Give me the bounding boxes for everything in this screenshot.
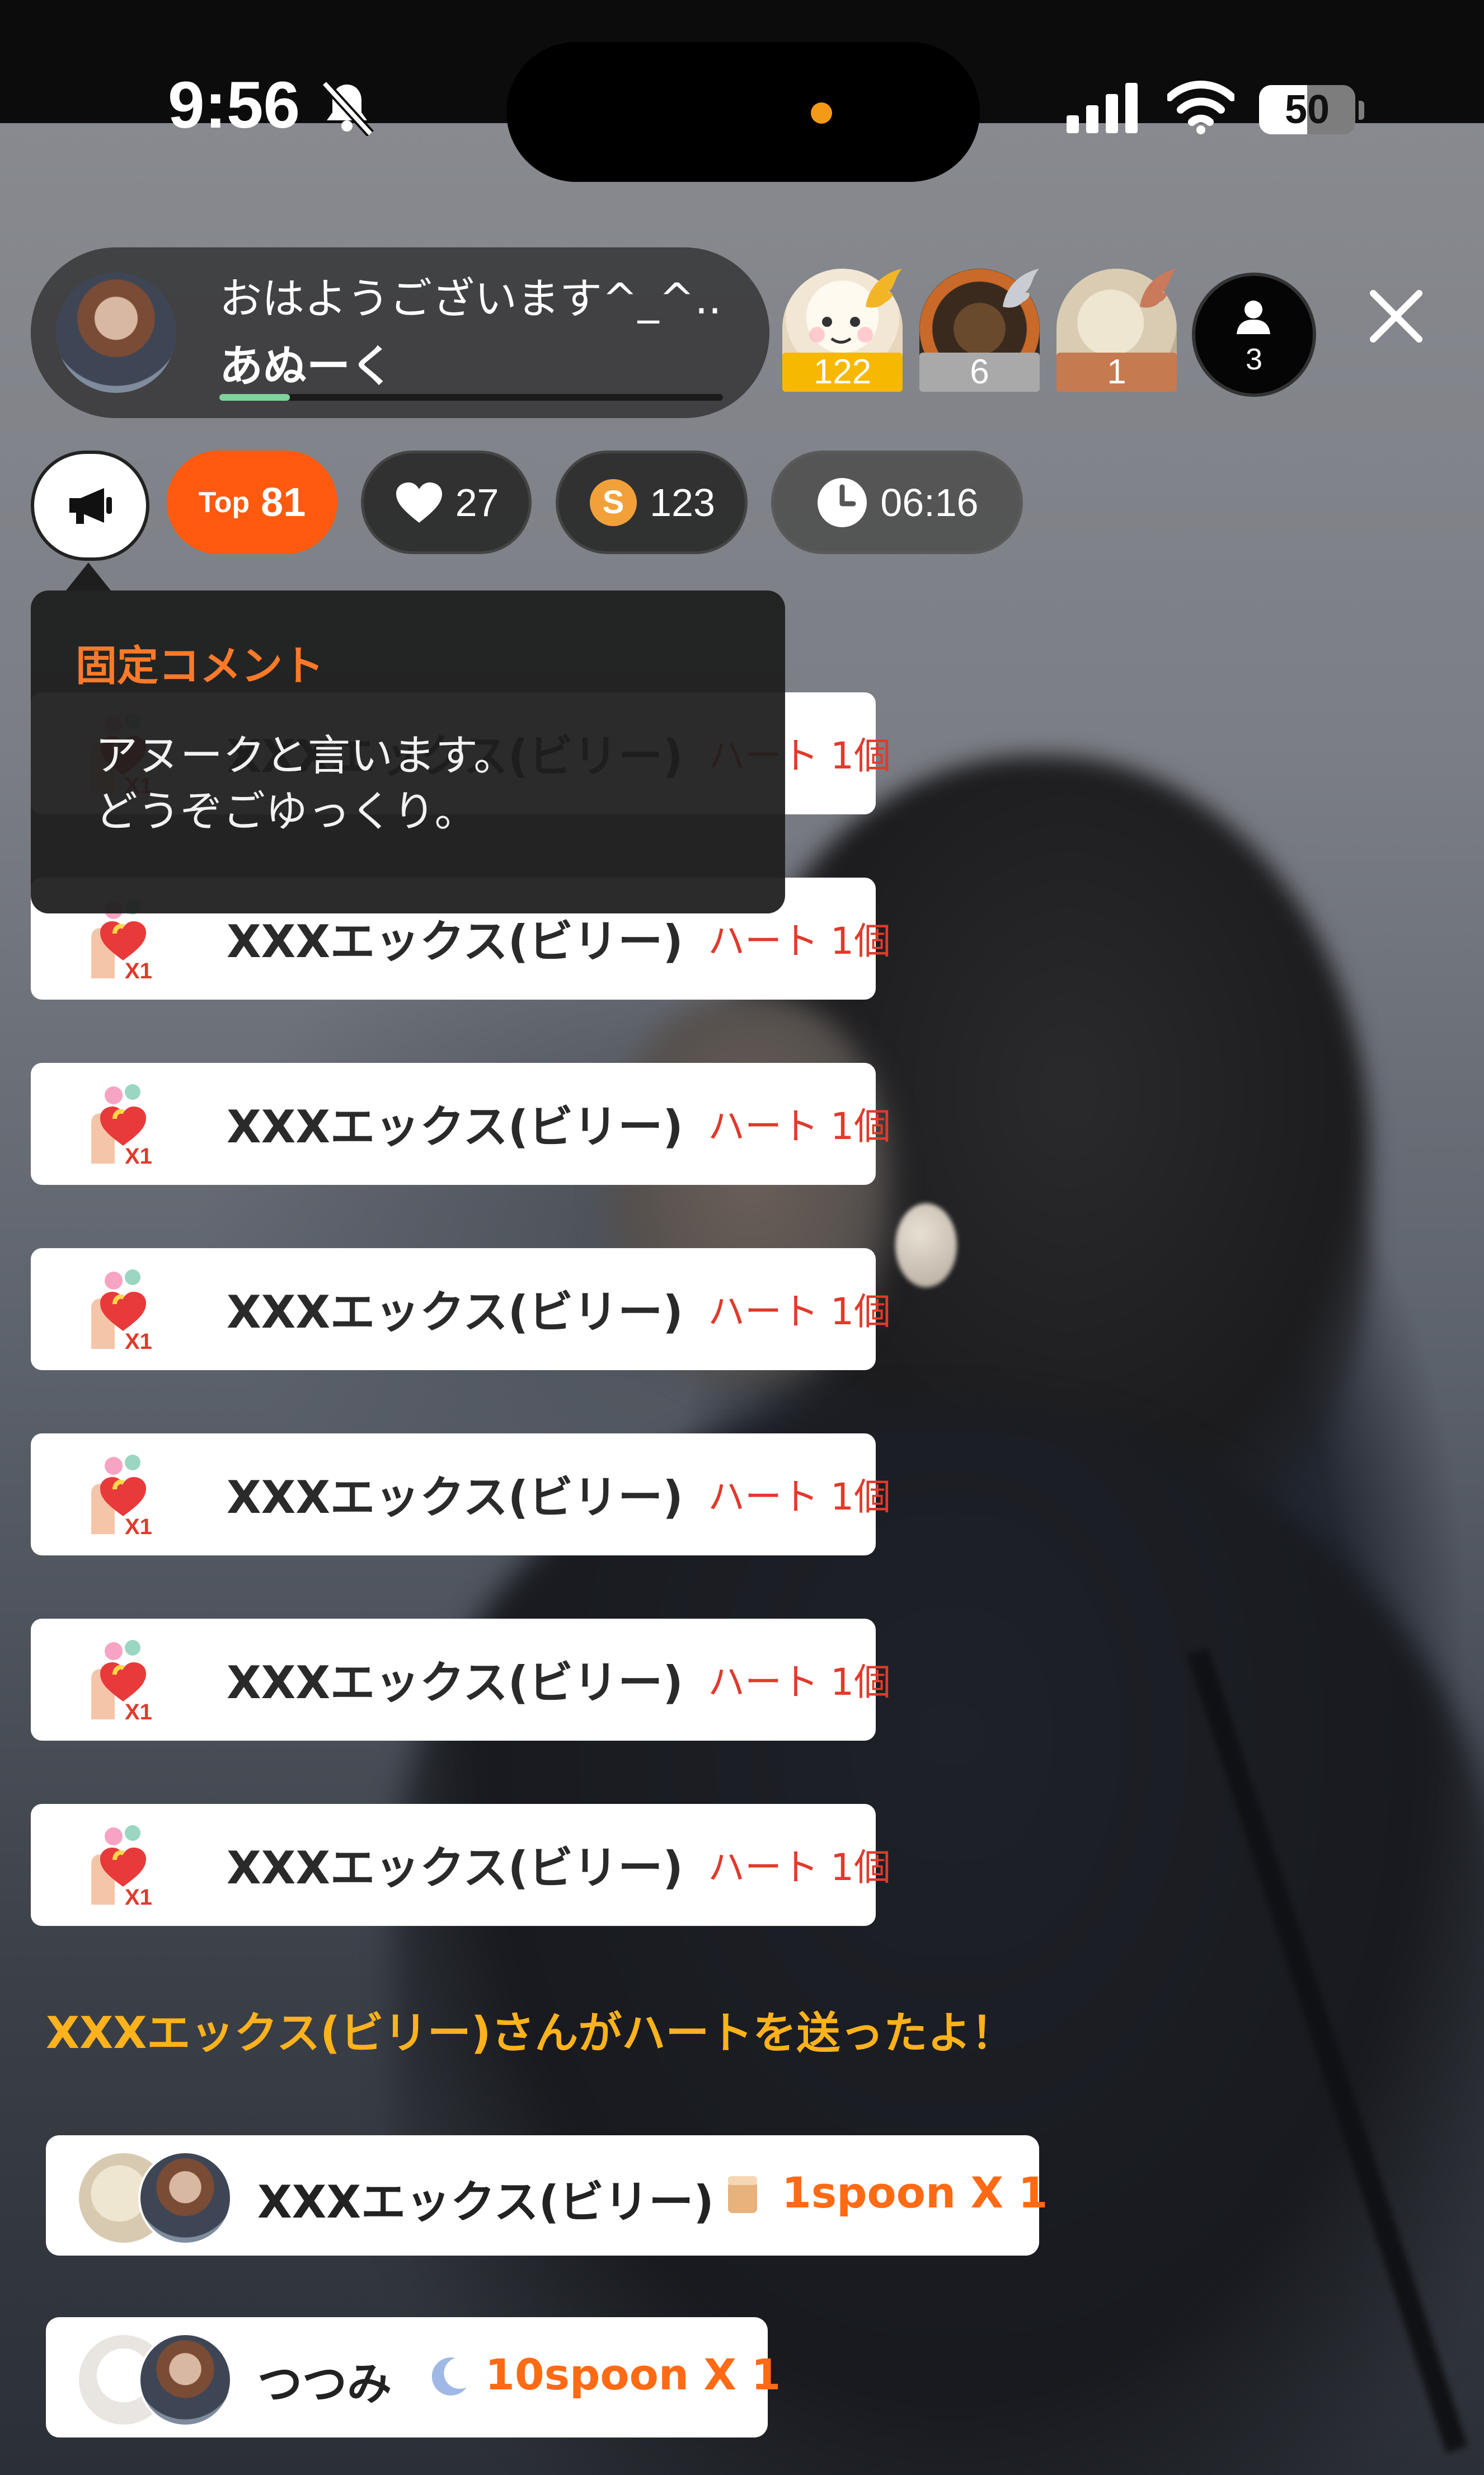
heart-gift-icon: X1	[91, 1640, 152, 1724]
host-info-pill[interactable]: おはようございます^_^... あぬーく	[31, 247, 769, 418]
gift-multiplier: X1	[125, 1700, 152, 1724]
wifi-icon	[1167, 81, 1234, 134]
top-value: 81	[261, 480, 306, 525]
live-room-screen: 9:56 50 おはようございます^_^... あぬーく 122 6 1 3 T…	[0, 0, 1484, 2475]
gift-sender-name: XXXエックス(ビリー)	[227, 1657, 683, 1709]
gift-multiplier: X1	[125, 1329, 152, 1354]
gift-sender-name: XXXエックス(ビリー)	[227, 1286, 683, 1338]
coin-count: 123	[650, 480, 715, 524]
top-label: Top	[198, 486, 250, 519]
bronze-wing-icon	[1140, 269, 1176, 308]
top-rank-pill[interactable]: Top 81	[167, 451, 337, 554]
silver-wing-icon	[1003, 269, 1039, 308]
spoon-sender-name: XXXエックス(ビリー)	[257, 2176, 714, 2228]
gift-item: ハート 1個	[708, 1290, 891, 1333]
gold-wing-icon	[866, 269, 902, 308]
background-earring	[895, 1203, 957, 1287]
heart-gift-icon: X1	[91, 1269, 152, 1354]
heart-gift-icon: X1	[91, 1825, 152, 1910]
pinned-comment-text: アヌークと言います。 どうぞごゆっくり。	[95, 730, 516, 836]
coin-symbol: S	[603, 484, 624, 521]
clock-icon	[818, 477, 867, 527]
megaphone-icon	[69, 488, 112, 524]
host-avatar-small	[138, 2333, 232, 2427]
host-avatar-small	[138, 2151, 232, 2245]
bell-muted-icon	[321, 80, 374, 136]
announcement-button[interactable]	[31, 451, 149, 561]
moon-icon	[431, 2357, 467, 2396]
coin-count-pill[interactable]: S 123	[556, 451, 748, 554]
cup-icon	[728, 2176, 757, 2213]
background-body	[392, 1399, 1484, 2475]
spoon-gift-row[interactable]: XXXエックス(ビリー) 1spoon X 1	[46, 2135, 1048, 2256]
host-level-progress-fill	[219, 394, 290, 401]
spoon-amount: 10spoon X 1	[485, 2350, 781, 2399]
gift-row[interactable]: X1 XXXエックス(ビリー) ハート 1個	[31, 1248, 891, 1370]
gift-row[interactable]: X1 XXXエックス(ビリー) ハート 1個	[31, 1433, 891, 1555]
person-icon	[1237, 301, 1270, 334]
gift-sender-name: XXXエックス(ビリー)	[227, 1471, 683, 1524]
gift-item: ハート 1個	[708, 920, 891, 963]
heart-count: 27	[455, 480, 499, 524]
battery-indicator: 50	[1259, 85, 1355, 134]
listeners-button[interactable]: 3	[1192, 273, 1316, 397]
rank-2-avatar[interactable]: 6	[919, 269, 1040, 395]
coin-icon: S	[590, 479, 637, 526]
broadcast-timer-pill[interactable]: 06:16	[771, 451, 1023, 554]
close-icon[interactable]	[1365, 285, 1427, 347]
gift-item: ハート 1個	[708, 1475, 891, 1518]
gift-item: ハート 1個	[708, 1661, 891, 1704]
host-name: あぬーく	[219, 341, 395, 392]
gift-sender-name: XXXエックス(ビリー)	[227, 916, 683, 968]
gift-multiplier: X1	[125, 1144, 152, 1169]
pinned-comment-arrow	[66, 562, 111, 590]
battery-percent: 50	[1284, 87, 1330, 132]
status-time: 9:56	[168, 68, 300, 142]
host-level-progress	[219, 394, 723, 401]
rank-1-count: 122	[782, 353, 903, 392]
heart-gift-icon: X1	[91, 1084, 152, 1169]
heart-icon	[396, 482, 442, 523]
listener-count: 3	[1245, 343, 1263, 376]
spoon-gift-row[interactable]: つつみ 10spoon X 1	[46, 2317, 781, 2438]
gift-item: ハート 1個	[708, 1846, 891, 1889]
spoon-sender-name: つつみ	[257, 2358, 392, 2410]
battery-cap	[1359, 101, 1364, 120]
privacy-indicator	[811, 102, 832, 124]
spoon-amount: 1spoon X 1	[782, 2168, 1048, 2218]
heart-count-pill[interactable]: 27	[361, 451, 532, 554]
host-avatar[interactable]	[56, 273, 176, 393]
rank-3-count: 1	[1056, 353, 1177, 392]
gift-item: ハート 1個	[708, 1105, 891, 1148]
rank-3-avatar[interactable]: 1	[1056, 269, 1177, 395]
gift-row[interactable]: X1 XXXエックス(ビリー) ハート 1個	[31, 1804, 891, 1926]
pinned-comment-title: 固定コメント	[76, 642, 324, 690]
rank-1-avatar[interactable]: 122	[782, 269, 903, 395]
gift-sender-name: XXXエックス(ビリー)	[227, 1842, 683, 1894]
gift-sender-name: XXXエックス(ビリー)	[227, 1101, 683, 1153]
gift-row[interactable]: X1 XXXエックス(ビリー) ハート 1個	[31, 1619, 891, 1741]
room-title: おはようございます^_^...	[219, 274, 723, 324]
rank-2-count: 6	[919, 353, 1040, 392]
status-bar: 9:56 50	[0, 0, 1484, 182]
pinned-comment-popup[interactable]: 固定コメント アヌークと言います。 どうぞごゆっくり。	[31, 590, 785, 913]
elapsed-time: 06:16	[880, 480, 979, 524]
gift-multiplier: X1	[125, 1515, 152, 1539]
system-message: XXXエックス(ビリー)さんがハートを送ったよ！	[46, 2008, 1015, 2059]
gift-row[interactable]: X1 XXXエックス(ビリー) ハート 1個	[31, 1063, 891, 1185]
heart-gift-icon: X1	[91, 1455, 152, 1539]
dynamic-island	[506, 42, 980, 182]
gift-multiplier: X1	[125, 1885, 152, 1910]
signal-icon	[1067, 83, 1138, 133]
gift-multiplier: X1	[125, 959, 152, 983]
